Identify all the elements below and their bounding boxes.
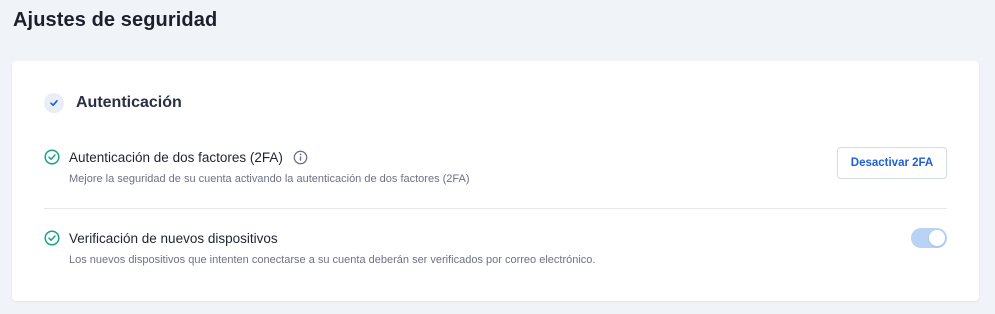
setting-2fa-description: Mejore la seguridad de su cuenta activan… bbox=[69, 173, 470, 185]
divider bbox=[44, 208, 947, 209]
check-circle-icon bbox=[44, 149, 60, 165]
toggle-knob bbox=[929, 230, 945, 246]
setting-device-verification: Verificación de nuevos dispositivos Los … bbox=[44, 229, 947, 266]
page-title: Ajustes de seguridad bbox=[13, 9, 218, 31]
setting-2fa: Autenticación de dos factores (2FA) Mejo… bbox=[44, 148, 947, 185]
authentication-card: Autenticación Autenticación de dos facto… bbox=[12, 61, 979, 301]
setting-device-verification-title: Verificación de nuevos dispositivos bbox=[69, 230, 278, 246]
device-verification-toggle[interactable] bbox=[911, 228, 947, 248]
setting-2fa-title: Autenticación de dos factores (2FA) bbox=[69, 149, 283, 165]
info-icon[interactable] bbox=[293, 150, 308, 165]
section-title: Autenticación bbox=[76, 94, 182, 111]
section-header: Autenticación bbox=[44, 93, 182, 113]
disable-2fa-button[interactable]: Desactivar 2FA bbox=[837, 147, 947, 179]
setting-device-verification-description: Los nuevos dispositivos que intenten con… bbox=[69, 254, 596, 266]
check-circle-icon bbox=[44, 230, 60, 246]
checkmark-icon bbox=[44, 93, 64, 113]
